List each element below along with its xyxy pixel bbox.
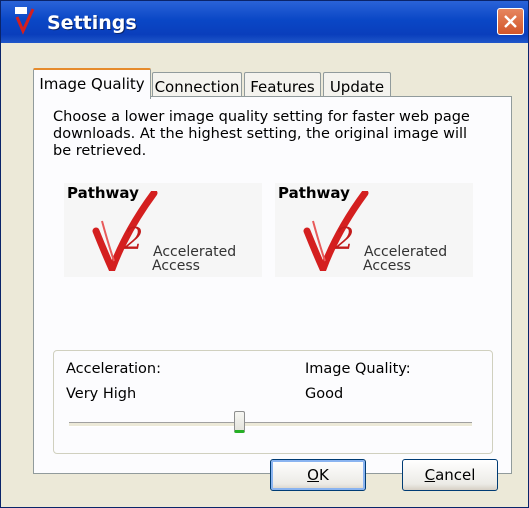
ok-mnemonic: O — [307, 466, 319, 484]
description-text: Choose a lower image quality setting for… — [53, 109, 470, 159]
ok-label-rest: K — [318, 466, 329, 484]
ok-button[interactable]: OK — [270, 459, 366, 491]
logo-line2: Access — [363, 258, 411, 274]
dialog-client-area: Image Quality Connection Features Update… — [12, 43, 517, 499]
acceleration-label: Acceleration: — [66, 361, 161, 377]
cancel-label-rest: ancel — [435, 466, 476, 484]
logo-preview-high: Pathway 2 Accelerated Access — [275, 183, 473, 277]
logo-line2: Access — [152, 258, 200, 274]
pathway-app-icon — [15, 5, 39, 35]
image-quality-label: Image Quality: — [305, 361, 411, 377]
acceleration-value: Very High — [66, 386, 137, 402]
close-icon — [504, 15, 517, 28]
window-title: Settings — [47, 12, 137, 34]
image-quality-value: Good — [305, 386, 344, 402]
tab-label: Image Quality — [39, 75, 145, 93]
logo-preview-low: Pathway 2 Accelerated Access — [64, 183, 262, 277]
quality-slider-track[interactable] — [69, 422, 472, 427]
svg-text:2: 2 — [334, 222, 354, 257]
image-quality-panel: Choose a lower image quality setting for… — [33, 96, 512, 474]
title-bar[interactable]: Settings — [1, 1, 528, 43]
tab-update[interactable]: Update — [323, 72, 391, 98]
cancel-button[interactable]: Cancel — [402, 459, 498, 491]
tab-features[interactable]: Features — [244, 72, 321, 98]
quality-slider-thumb[interactable] — [233, 411, 245, 433]
tab-label: Update — [329, 78, 385, 96]
settings-window: Settings Image Quality Connection Featur… — [0, 0, 529, 508]
cancel-mnemonic: C — [424, 466, 436, 484]
tab-label: Connection — [154, 78, 240, 96]
tab-image-quality[interactable]: Image Quality — [33, 68, 151, 99]
svg-text:2: 2 — [123, 222, 143, 257]
close-button[interactable] — [497, 8, 524, 35]
tab-label: Features — [250, 78, 315, 96]
tab-connection[interactable]: Connection — [152, 72, 242, 98]
quality-slider-group: Acceleration: Very High Image Quality: G… — [53, 350, 493, 454]
